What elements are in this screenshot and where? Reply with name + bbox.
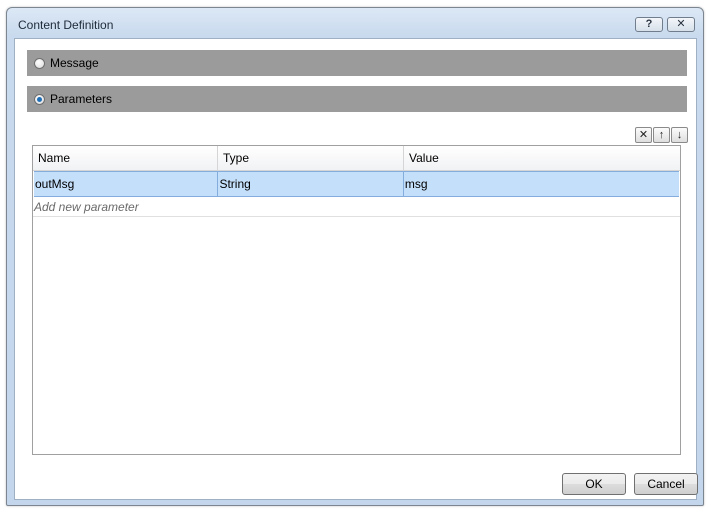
- arrow-up-icon: ↑: [658, 128, 665, 141]
- parameters-radio[interactable]: [34, 93, 45, 105]
- delete-parameter-button[interactable]: ✕: [635, 127, 652, 143]
- add-new-parameter-row[interactable]: Add new parameter: [33, 197, 680, 217]
- parameter-toolbar: ✕ ↑ ↓: [634, 127, 688, 143]
- column-header-value[interactable]: Value: [404, 146, 680, 170]
- parameters-grid: Name Type Value outMsg String msg Add ne…: [32, 145, 681, 455]
- close-icon: ✕: [676, 18, 686, 30]
- cell-value[interactable]: msg: [404, 172, 679, 196]
- table-row[interactable]: outMsg String msg: [34, 171, 679, 197]
- close-button[interactable]: ✕: [667, 17, 695, 32]
- title-bar[interactable]: Content Definition ? ✕: [7, 8, 703, 38]
- column-header-type[interactable]: Type: [218, 146, 404, 170]
- cell-type[interactable]: String: [218, 172, 404, 196]
- dialog-content: Message Parameters ✕ ↑ ↓ Name Type Value: [14, 38, 698, 500]
- message-label: Message: [50, 56, 99, 70]
- message-section-bar[interactable]: Message: [27, 50, 687, 76]
- delete-icon: ✕: [638, 128, 649, 141]
- column-header-name[interactable]: Name: [33, 146, 218, 170]
- dialog-window: Content Definition ? ✕ Message Parameter…: [6, 7, 704, 506]
- help-icon: ?: [645, 18, 653, 30]
- cell-name[interactable]: outMsg: [34, 172, 219, 196]
- move-down-button[interactable]: ↓: [671, 127, 688, 143]
- caption-buttons: ? ✕: [635, 17, 695, 32]
- parameters-section-bar[interactable]: Parameters: [27, 86, 687, 112]
- ok-button[interactable]: OK: [562, 473, 626, 495]
- parameters-label: Parameters: [50, 92, 113, 106]
- grid-header: Name Type Value: [33, 146, 680, 171]
- arrow-down-icon: ↓: [676, 128, 683, 141]
- cancel-button[interactable]: Cancel: [634, 473, 698, 495]
- window-title: Content Definition: [18, 18, 114, 32]
- move-up-button[interactable]: ↑: [653, 127, 670, 143]
- help-button[interactable]: ?: [635, 17, 663, 32]
- message-radio[interactable]: [34, 57, 45, 69]
